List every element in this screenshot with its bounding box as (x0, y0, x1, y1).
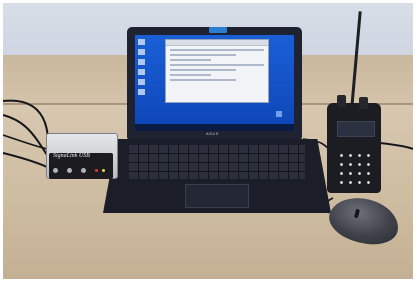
app-window (165, 39, 269, 103)
signalink-knob (67, 168, 72, 173)
taskbar (135, 124, 294, 131)
signalink-knob (53, 168, 58, 173)
desktop-icons (138, 39, 146, 97)
windows-logo-icon (276, 111, 282, 117)
laptop-screen (135, 35, 294, 131)
laptop-brand: ASUS (206, 131, 219, 136)
signalink-knob (81, 168, 86, 173)
webcam-cover-tape (209, 27, 227, 33)
laptop-keyboard (129, 145, 305, 179)
photo: ASUS SignaLink USB (3, 3, 413, 279)
laptop-trackpad (185, 184, 249, 208)
radio-display (337, 121, 375, 137)
laptop-lid: ASUS (127, 27, 302, 139)
radio-keypad (337, 151, 373, 187)
signalink-label: SignaLink USB (53, 153, 90, 159)
radio-knob (359, 97, 368, 109)
signalink-led-red (95, 169, 98, 172)
signalink-led-yellow (102, 169, 105, 172)
radio-knob (337, 95, 346, 107)
